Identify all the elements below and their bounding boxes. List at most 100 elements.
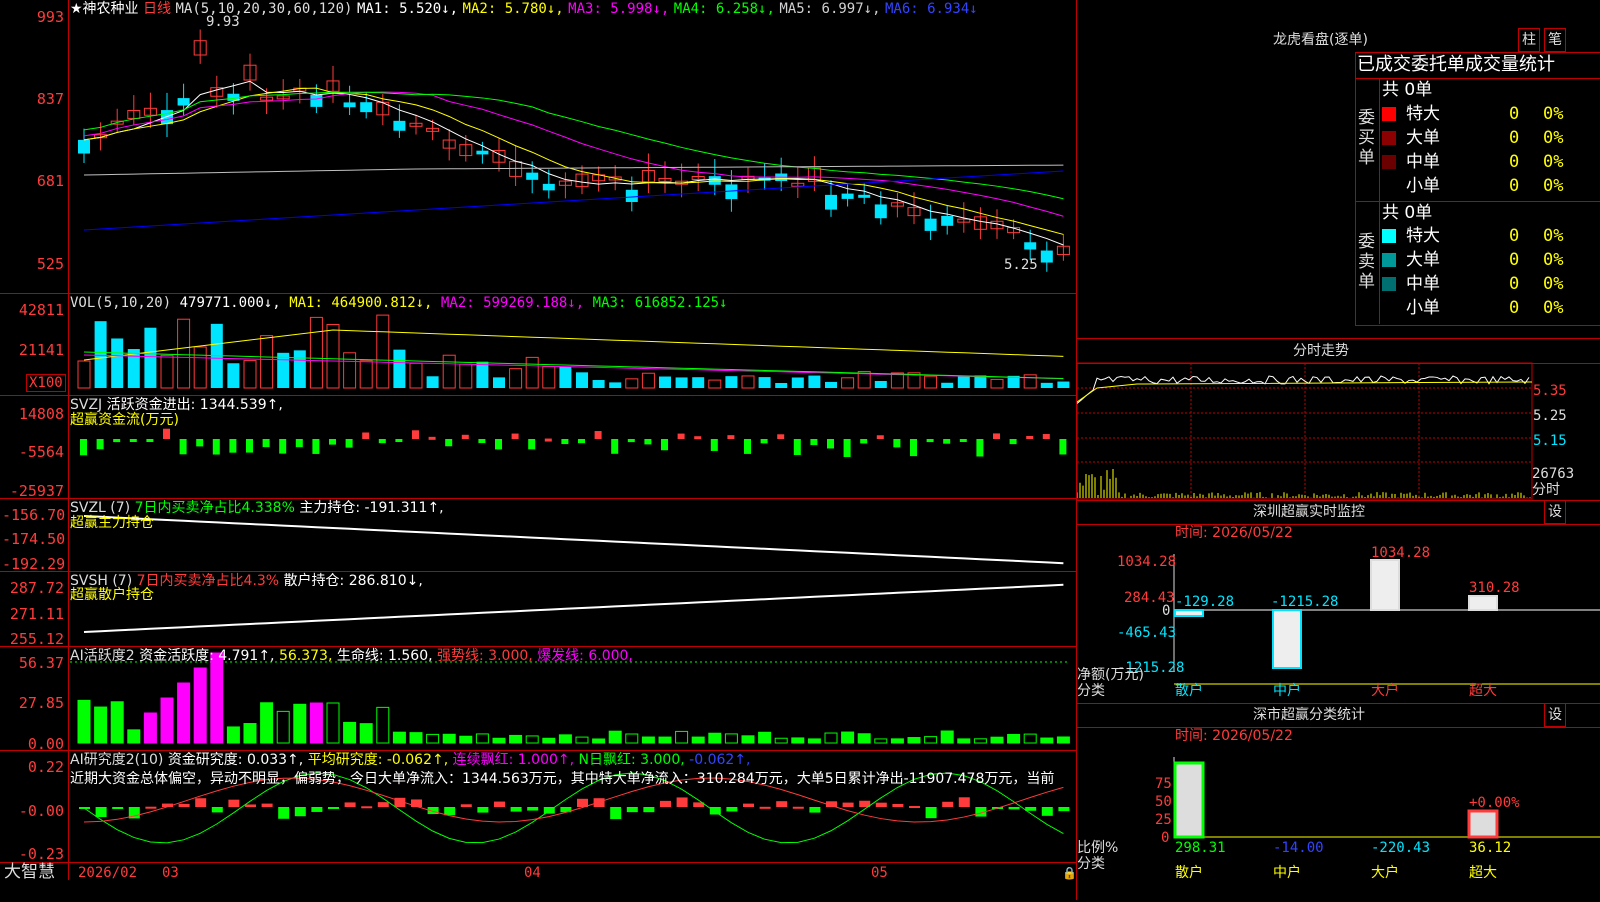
- svzj-value: 活跃资金进出: 1344.539↑,: [106, 397, 283, 413]
- research-bar: [1008, 807, 1020, 810]
- activity-bar: [807, 738, 821, 744]
- szc-bar-value: -14.00: [1273, 840, 1324, 856]
- order-percent: 0%: [1543, 250, 1564, 270]
- activity-bar: [1056, 736, 1070, 744]
- activity-bar: [509, 734, 523, 744]
- activity-bar: [525, 735, 539, 744]
- high-price-mark: 9.93: [206, 14, 240, 30]
- activity-bar: [675, 730, 689, 744]
- activity-bar: [625, 733, 639, 744]
- research-bar: [743, 803, 754, 807]
- main-hold-line: [83, 515, 1064, 565]
- szc-bar-value: -220.43: [1371, 840, 1431, 856]
- volume-bar: [476, 361, 489, 388]
- activity-bar: [990, 736, 1004, 744]
- activity-bar: [774, 737, 788, 744]
- volume-bar: [277, 352, 290, 388]
- vol-tick: 21141: [18, 341, 64, 359]
- order-type-label: 特大: [1406, 226, 1440, 246]
- volume-bar: [625, 378, 639, 389]
- sz-monitor-settings-button[interactable]: 设: [1544, 500, 1566, 524]
- flow-bar: [993, 433, 1000, 439]
- sz-classify-title: 深市超赢分类统计: [1253, 707, 1365, 723]
- volume-bar: [675, 377, 688, 388]
- order-count: 0: [1509, 250, 1520, 270]
- sz-classify-settings-button[interactable]: 设: [1544, 703, 1566, 727]
- ma4-value: MA4: 6.258↓,: [673, 1, 775, 17]
- research-bar: [311, 807, 323, 812]
- activity-bar: [1007, 733, 1021, 744]
- order-percent: 0%: [1543, 226, 1564, 246]
- szc-cat: 大户: [1371, 865, 1399, 881]
- szm-cat: 大户: [1371, 683, 1399, 699]
- szc-cat: 超大: [1469, 865, 1497, 881]
- volume-bar: [841, 377, 855, 389]
- activity-bar: [359, 723, 373, 744]
- order-percent: 0%: [1543, 176, 1564, 196]
- x-axis-date: 03: [162, 865, 179, 881]
- research-bar: [643, 807, 655, 813]
- order-color-swatch: [1382, 131, 1396, 145]
- candle-body: [360, 102, 373, 113]
- flow-bar: [943, 439, 951, 444]
- ai-active-value: 资金活跃度: 4.791↑,: [139, 648, 275, 664]
- activity-bar: [77, 699, 91, 744]
- svzj-tick: -5564: [18, 443, 64, 461]
- order-color-swatch: [1382, 179, 1396, 193]
- volume-bar: [1057, 381, 1070, 388]
- flow-bar: [212, 439, 220, 455]
- activity-bar: [459, 735, 473, 744]
- volume-bar: [493, 377, 505, 388]
- bar-view-button[interactable]: 柱: [1518, 28, 1540, 52]
- price-line: [1077, 375, 1530, 404]
- research-bar: [759, 806, 771, 809]
- activity-bar: [691, 736, 705, 744]
- svzl-tick: -156.70: [2, 506, 66, 524]
- stock-name: ★神农种业: [70, 1, 139, 17]
- activity-bar: [326, 702, 340, 744]
- brand-label[interactable]: 大智慧: [4, 864, 55, 881]
- activity-bar: [641, 736, 655, 744]
- flow-bar: [827, 439, 834, 449]
- chart-area[interactable]: ★神农种业 日线 MA(5,10,20,30,60,120) MA1: 5.52…: [0, 0, 1077, 900]
- period-label[interactable]: 日线: [143, 1, 171, 17]
- flow-bar: [677, 433, 685, 439]
- volume-bar: [758, 377, 771, 388]
- flow-bar: [428, 436, 436, 440]
- net-amount-bar: [1370, 559, 1400, 611]
- lock-icon[interactable]: 🔒: [1062, 866, 1077, 880]
- activity-bar: [724, 733, 738, 744]
- vol-ma2: MA2: 599269.188↓,: [440, 295, 585, 311]
- ai-active-tick: 0.00: [27, 735, 64, 753]
- svsh-retail-hold: 散户持仓: 286.810↓,: [283, 573, 423, 589]
- candle-body: [542, 183, 555, 191]
- activity-bar: [542, 737, 556, 744]
- pen-view-button[interactable]: 笔: [1544, 28, 1566, 52]
- flow-bar: [146, 439, 154, 442]
- net-amount-bar: [1468, 595, 1498, 611]
- szc-bar-value: 36.12: [1469, 840, 1512, 856]
- activity-bar: [492, 737, 506, 744]
- sz-monitor-chart[interactable]: [1077, 524, 1600, 704]
- flow-bar: [793, 439, 801, 455]
- research-bar: [809, 807, 821, 813]
- flow-bar: [395, 439, 403, 442]
- flow-bar: [179, 439, 187, 455]
- intraday-chart[interactable]: [1077, 362, 1600, 502]
- activity-bar: [957, 738, 971, 744]
- flow-bar: [544, 438, 552, 442]
- flow-bar: [661, 439, 668, 451]
- activity-bar: [558, 734, 572, 744]
- svzl-title: SVZL (7): [70, 500, 131, 516]
- flow-bar: [860, 439, 868, 444]
- svsh-tick: 255.12: [9, 630, 64, 648]
- order-percent: 0%: [1543, 274, 1564, 294]
- activity-bar: [442, 733, 456, 744]
- svzl-tick: -174.50: [2, 530, 66, 548]
- activity-bar: [575, 736, 589, 744]
- volume-bar: [641, 372, 655, 389]
- volume-bar: [376, 314, 390, 389]
- vol-unit-badge[interactable]: X100: [26, 374, 66, 392]
- order-color-swatch: [1382, 253, 1396, 267]
- research-bar: [211, 807, 223, 813]
